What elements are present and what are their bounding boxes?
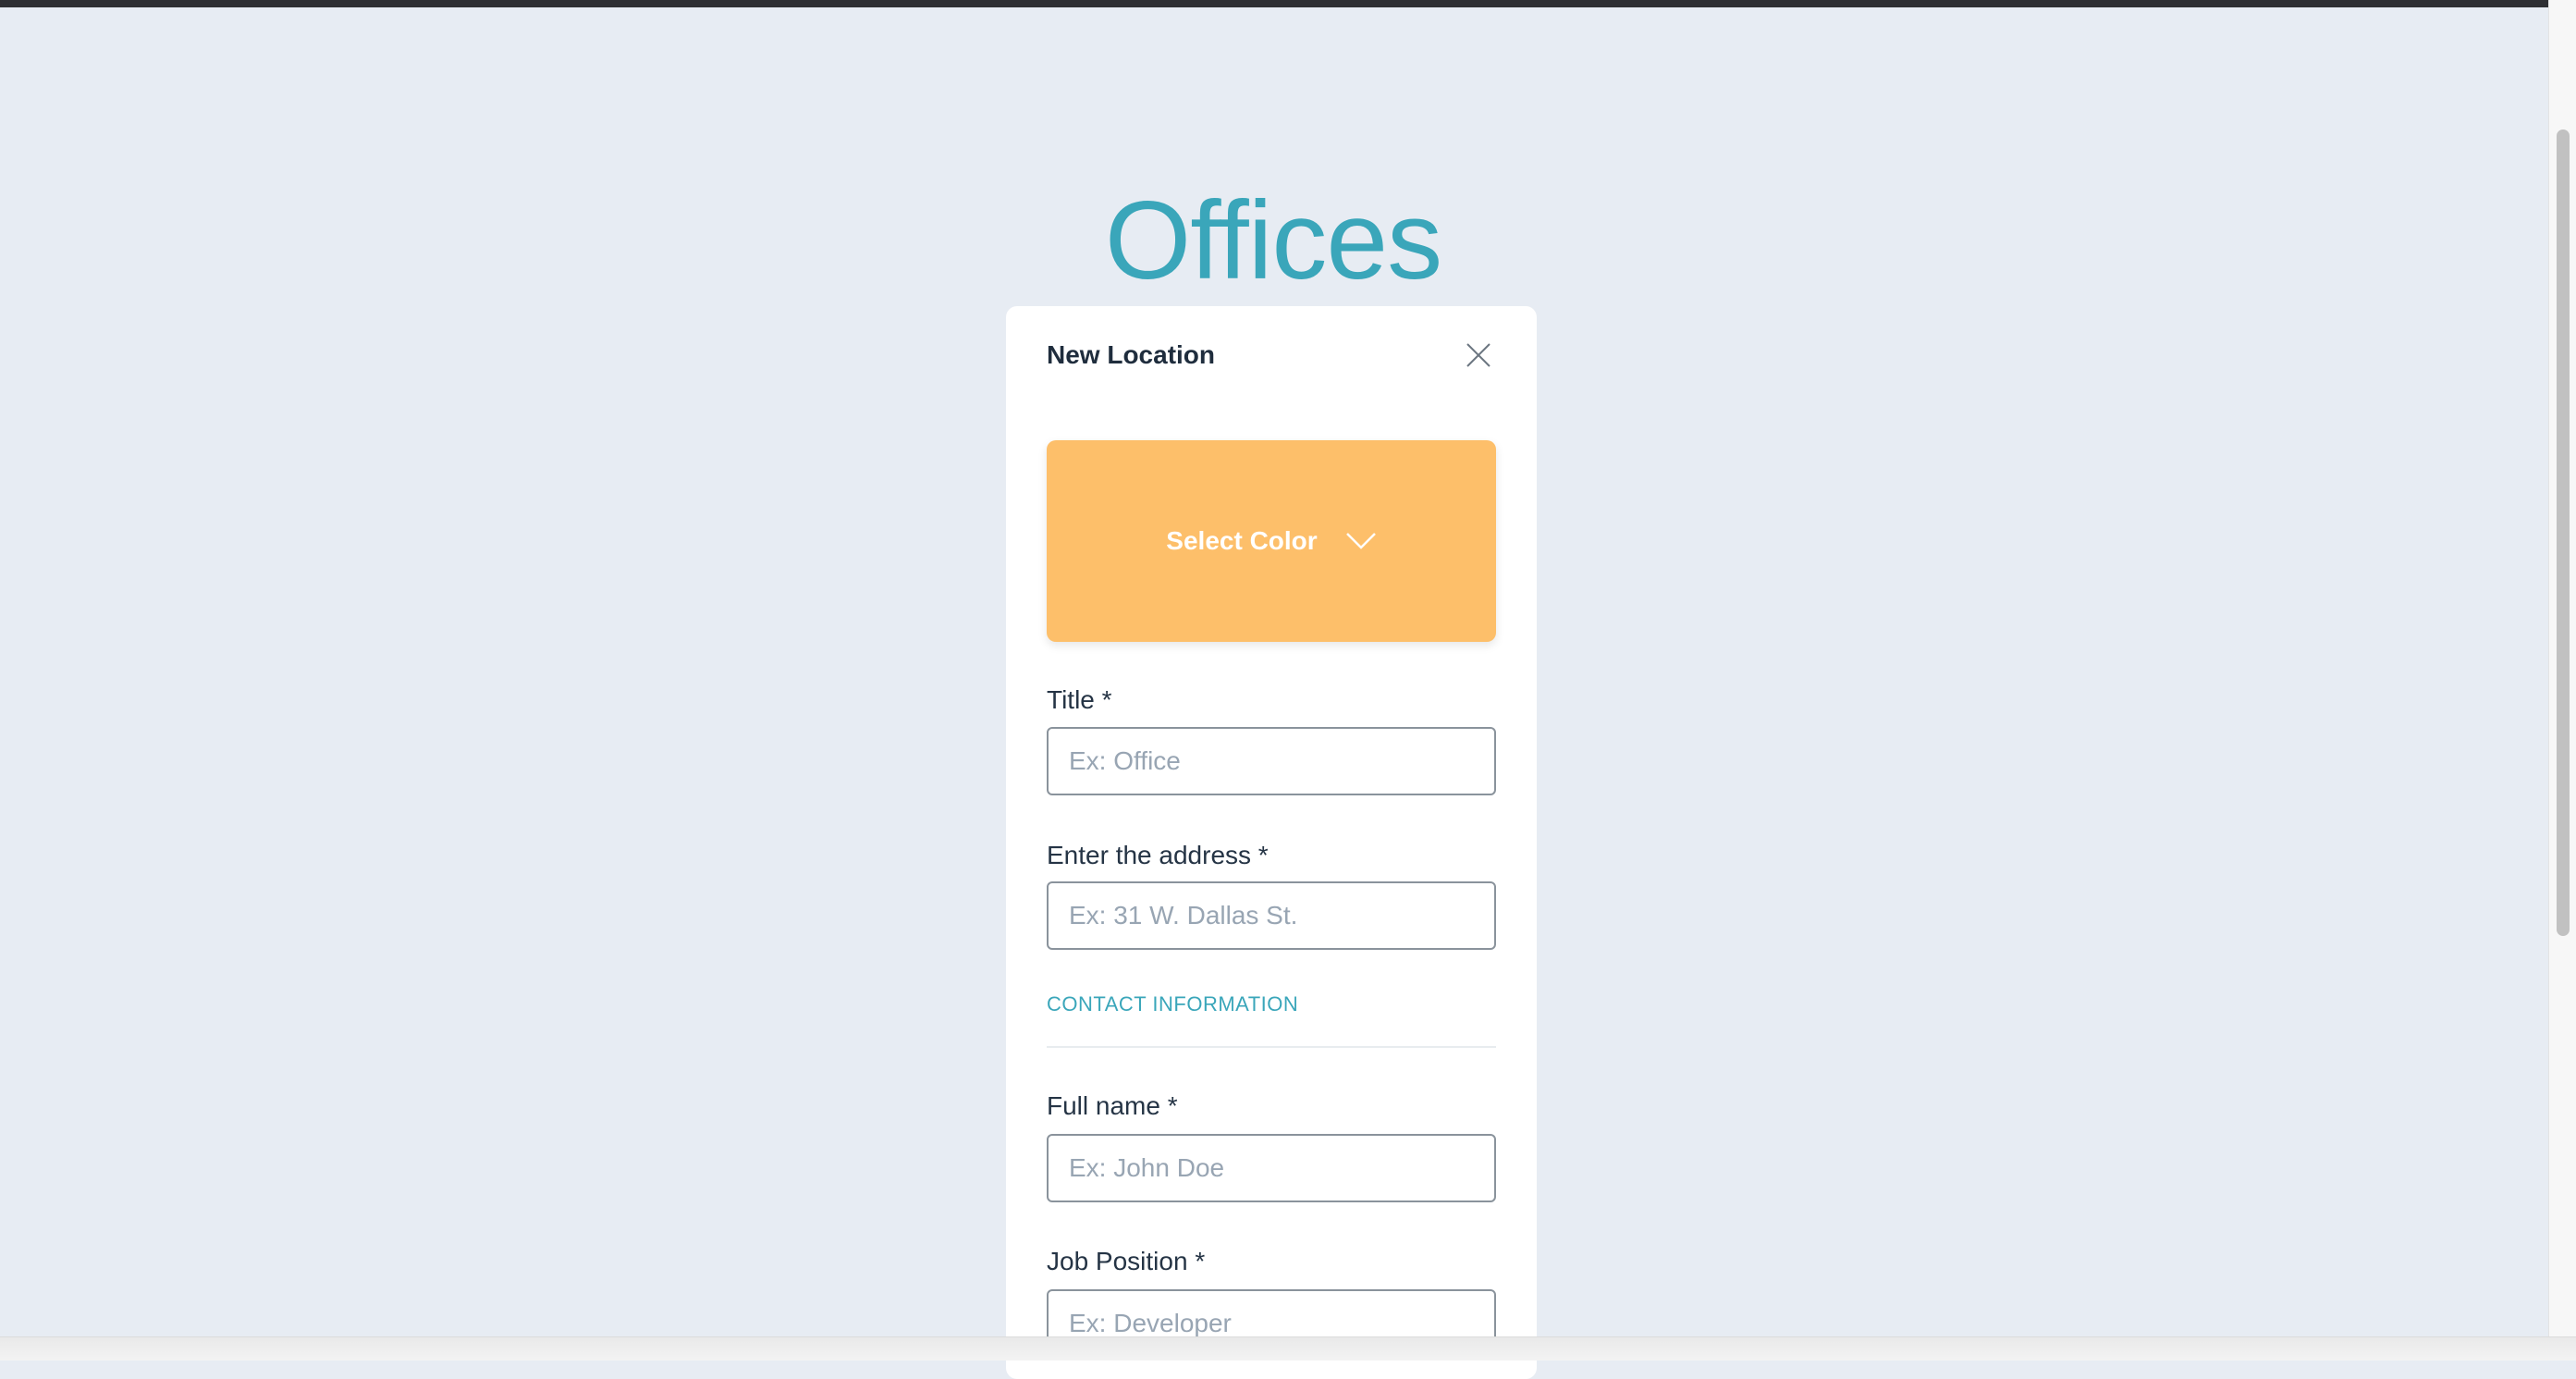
full-name-input[interactable]	[1047, 1134, 1496, 1202]
section-divider	[1047, 1046, 1496, 1048]
page-title: Offices	[1104, 179, 1442, 303]
address-input[interactable]	[1047, 881, 1496, 950]
chevron-down-icon	[1345, 533, 1376, 549]
new-location-modal: New Location Select Color Title * Enter …	[1006, 306, 1537, 1379]
job-position-label: Job Position *	[1047, 1247, 1206, 1275]
title-label: Title *	[1047, 685, 1112, 714]
contact-information-heading: CONTACT INFORMATION	[1047, 992, 1299, 1016]
scrollbar-thumb[interactable]	[2557, 129, 2570, 936]
title-input[interactable]	[1047, 727, 1496, 795]
select-color-button[interactable]: Select Color	[1047, 440, 1496, 642]
address-label: Enter the address *	[1047, 841, 1269, 869]
close-icon	[1466, 343, 1490, 367]
modal-title: New Location	[1047, 340, 1216, 369]
vertical-scrollbar[interactable]	[2548, 0, 2576, 1336]
full-name-label: Full name *	[1047, 1091, 1178, 1120]
select-color-label: Select Color	[1166, 526, 1318, 555]
browser-top-bar	[0, 0, 2576, 7]
bottom-bar	[0, 1336, 2576, 1361]
close-button[interactable]	[1465, 341, 1492, 369]
